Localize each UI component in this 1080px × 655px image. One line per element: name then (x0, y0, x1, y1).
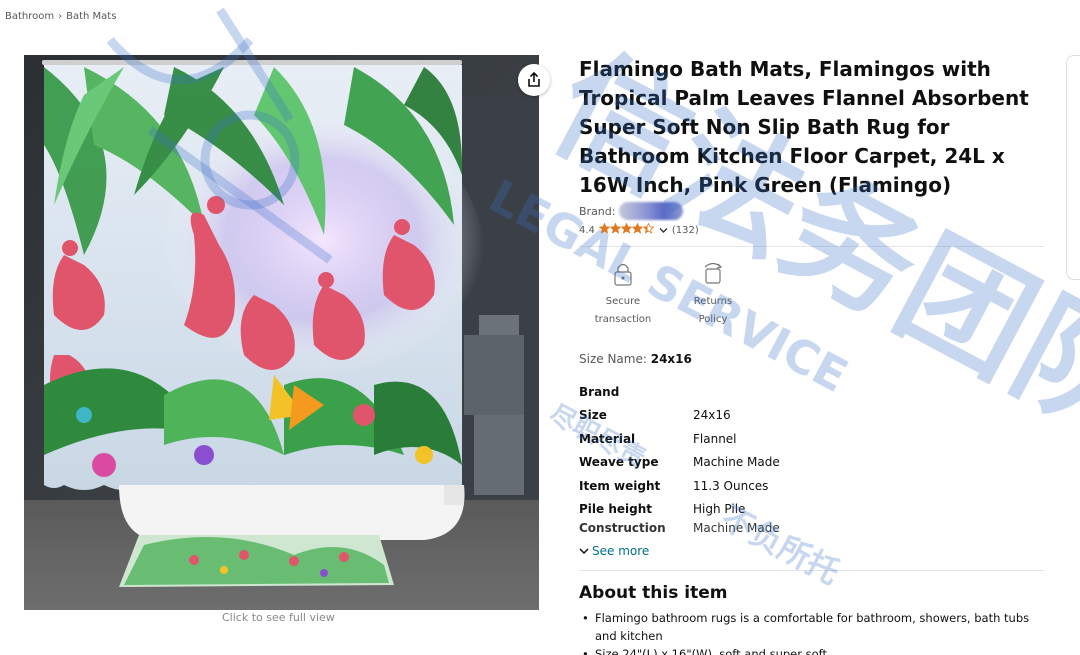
spec-key: Size (579, 408, 607, 423)
about-bullet: Flamingo bathroom rugs is a comfortable … (579, 609, 1049, 645)
feature-label: Returns Policy (693, 296, 733, 325)
spec-row-size: Size 24x16 (579, 404, 780, 428)
spec-row-brand: Brand (579, 380, 780, 404)
spec-key: Material (579, 431, 636, 446)
brand-row: Brand: (579, 202, 1049, 220)
product-details: Flamingo Bath Mats, Flamingos with Tropi… (579, 55, 1049, 655)
breadcrumb-bathroom[interactable]: Bathroom (5, 11, 54, 22)
spec-value: 24x16 (693, 408, 731, 423)
stars-icon (598, 222, 655, 234)
feature-icons-row: Secure transaction Returns Policy (579, 261, 1049, 329)
star-2 (609, 222, 622, 234)
spec-row-pile-height: Pile height High Pile (579, 498, 780, 522)
brand-label: Brand: (579, 204, 616, 218)
specs-table: Brand Size 24x16 Material Flannel Weave … (579, 380, 780, 535)
divider (579, 246, 1044, 247)
product-main-image[interactable] (24, 55, 539, 610)
star-3 (620, 222, 633, 234)
share-button[interactable] (518, 64, 550, 96)
size-name-label: Size Name: (579, 352, 647, 366)
feature-label: Secure transaction (594, 296, 652, 325)
size-name-value: 24x16 (650, 352, 692, 366)
breadcrumb-bath-mats[interactable]: Bath Mats (66, 11, 116, 22)
about-title: About this item (579, 583, 728, 603)
star-rating[interactable] (598, 222, 655, 237)
chevron-down-icon (579, 548, 589, 555)
spec-key: Brand (579, 384, 620, 399)
spec-row-material: Material Flannel (579, 427, 780, 451)
lock-icon (614, 263, 632, 286)
about-bullet: Size 24"(L) x 16"(W), soft and super sof… (579, 645, 1049, 655)
spec-value: Flannel (693, 431, 737, 446)
spec-key: Item weight (579, 478, 661, 493)
spec-key: Construction type (579, 521, 666, 535)
product-image-illustration (24, 55, 539, 610)
brand-name-redacted[interactable] (619, 202, 684, 220)
breadcrumb: Bathroom › Bath Mats (5, 11, 116, 22)
spec-key: Weave type (579, 455, 659, 470)
spec-value: High Pile (693, 502, 746, 517)
divider (579, 570, 1044, 571)
star-4 (631, 222, 644, 234)
spec-value: Machine Made (693, 455, 780, 470)
side-thumbnail-rail[interactable] (1066, 55, 1080, 280)
rating-value: 4.4 (579, 224, 595, 236)
share-icon (528, 72, 540, 87)
returns-icon (704, 262, 723, 284)
star-1 (598, 222, 611, 234)
see-more-label: See more (592, 544, 650, 558)
spec-row-item-weight: Item weight 11.3 Ounces (579, 474, 780, 498)
feature-returns-policy[interactable]: Returns Policy (683, 261, 743, 329)
rating-row: 4.4 (132) (579, 222, 1049, 237)
about-bullets: Flamingo bathroom rugs is a comfortable … (579, 609, 1049, 655)
product-title: Flamingo Bath Mats, Flamingos with Tropi… (579, 57, 1029, 197)
spec-value: Machine Made (693, 521, 780, 535)
chevron-down-icon[interactable] (659, 227, 668, 234)
rating-count[interactable]: (132) (672, 225, 699, 236)
spec-row-construction-type: Construction type Machine Made (579, 521, 780, 535)
size-name: Size Name: 24x16 (579, 352, 692, 366)
gallery-caption[interactable]: Click to see full view (222, 611, 335, 624)
spec-row-weave-type: Weave type Machine Made (579, 451, 780, 475)
feature-secure-transaction[interactable]: Secure transaction (593, 261, 653, 329)
spec-key: Pile height (579, 502, 653, 517)
spec-value: 11.3 Ounces (693, 478, 769, 493)
see-more-link[interactable]: See more (579, 544, 649, 558)
breadcrumb-separator: › (58, 11, 63, 22)
star-5 (642, 222, 655, 234)
